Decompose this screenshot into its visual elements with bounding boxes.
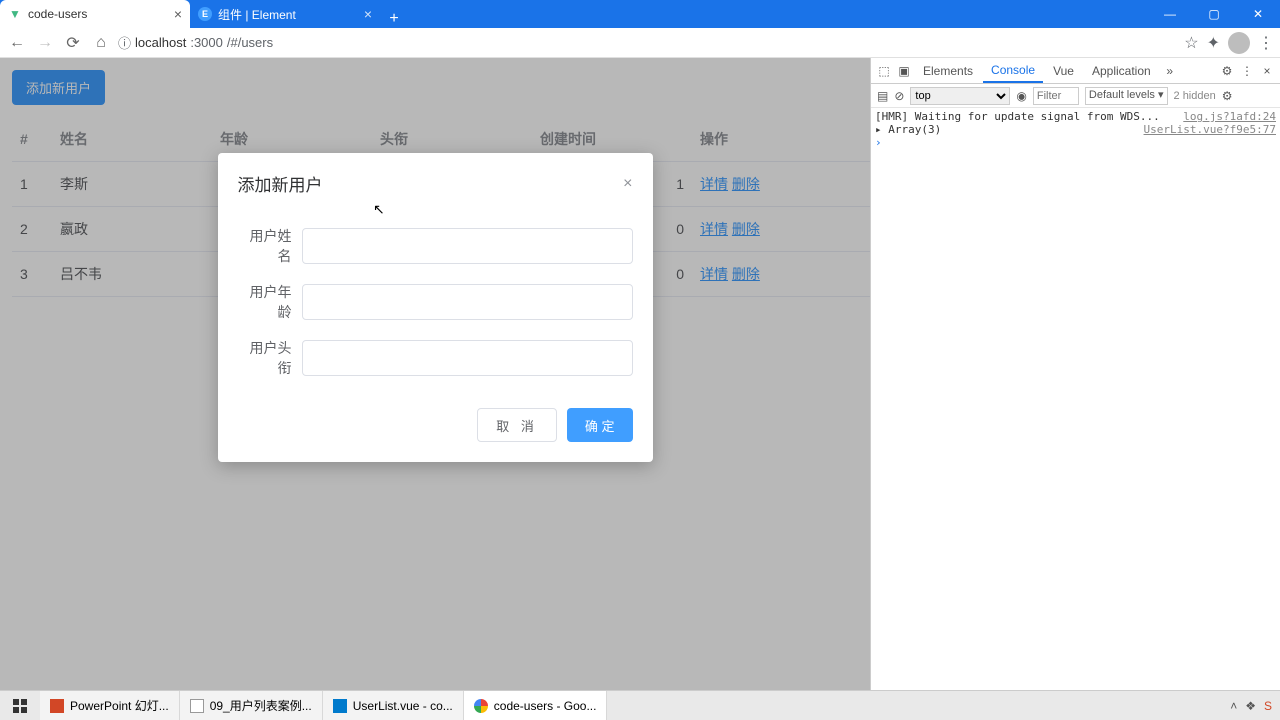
url-host: localhost	[135, 35, 186, 50]
devtools-close-icon[interactable]: ×	[1258, 64, 1276, 78]
taskbar-label: UserList.vue - co...	[353, 699, 453, 713]
vscode-icon	[333, 699, 347, 713]
console-line: [HMR] Waiting for update signal from WDS…	[875, 110, 1276, 123]
more-tabs-icon[interactable]: »	[1161, 64, 1179, 78]
label-user-age: 用户年龄	[238, 282, 302, 322]
window-close-icon[interactable]: ✕	[1236, 0, 1280, 28]
dialog-close-icon[interactable]: ×	[623, 175, 632, 193]
tab-console[interactable]: Console	[983, 59, 1043, 83]
element-icon: E	[198, 7, 212, 21]
browser-tab[interactable]: E 组件 | Element ×	[190, 0, 380, 28]
console-source-link[interactable]: log.js?1afd:24	[1183, 110, 1276, 123]
close-icon[interactable]: ×	[174, 6, 182, 22]
windows-icon	[13, 699, 27, 713]
new-tab-button[interactable]: +	[380, 10, 408, 28]
browser-tab-active[interactable]: ▼ code-users ×	[0, 0, 190, 28]
label-user-name: 用户姓名	[238, 226, 302, 266]
console-line: ▸ Array(3) UserList.vue?f9e5:77	[875, 123, 1276, 136]
tab-title: code-users	[28, 7, 87, 21]
devtools-tabbar: ⬚ ▣ Elements Console Vue Application » ⚙…	[871, 58, 1280, 84]
page-viewport: 添加新用户 # 姓名 年龄 头衔 创建时间 操作 1 李斯	[0, 58, 870, 720]
cancel-button[interactable]: 取 消	[477, 408, 557, 442]
maximize-icon[interactable]: ▢	[1192, 0, 1236, 28]
tab-title: 组件 | Element	[218, 6, 296, 23]
window-controls: — ▢ ✕	[1148, 0, 1280, 28]
console-filter-input[interactable]	[1033, 87, 1079, 105]
console-prompt[interactable]: ›	[875, 136, 1276, 149]
add-user-dialog: 添加新用户 × 用户姓名 用户年龄 用户头衔	[218, 153, 653, 462]
forward-button[interactable]: →	[34, 32, 56, 54]
tab-application[interactable]: Application	[1084, 60, 1159, 82]
taskbar-item[interactable]: 09_用户列表案例...	[180, 691, 323, 720]
inspect-icon[interactable]: ⬚	[875, 64, 893, 78]
taskbar-item-active[interactable]: code-users - Goo...	[464, 691, 608, 720]
modal-backdrop[interactable]: 添加新用户 × 用户姓名 用户年龄 用户头衔	[0, 58, 870, 720]
chrome-icon	[474, 699, 488, 713]
system-tray[interactable]: ˄ ❖ S	[1222, 691, 1280, 720]
console-message[interactable]: ▸ Array(3)	[875, 123, 1144, 136]
browser-titlebar: ▼ code-users × E 组件 | Element × + — ▢ ✕	[0, 0, 1280, 28]
taskbar-label: 09_用户列表案例...	[210, 697, 312, 714]
console-output: [HMR] Waiting for update signal from WDS…	[871, 108, 1280, 720]
input-user-name[interactable]	[302, 228, 633, 264]
console-sidebar-icon[interactable]: ▤	[877, 89, 888, 103]
console-settings-icon[interactable]: ⚙	[1222, 89, 1233, 103]
devtools-panel: ⬚ ▣ Elements Console Vue Application » ⚙…	[870, 58, 1280, 720]
confirm-button[interactable]: 确 定	[567, 408, 633, 442]
site-info-icon[interactable]: ⓘ	[118, 33, 131, 52]
device-toggle-icon[interactable]: ▣	[895, 64, 913, 78]
context-select[interactable]: top	[910, 87, 1010, 105]
devtools-settings-icon[interactable]: ⚙	[1218, 64, 1236, 78]
menu-icon[interactable]: ⋮	[1258, 33, 1274, 53]
taskbar-label: PowerPoint 幻灯...	[70, 697, 169, 714]
extensions-icon[interactable]: ✦	[1207, 33, 1220, 53]
url-path: /#/users	[227, 35, 273, 50]
dialog-footer: 取 消 确 定	[218, 398, 653, 462]
input-user-age[interactable]	[302, 284, 633, 320]
reload-button[interactable]: ⟳	[62, 32, 84, 54]
live-expression-icon[interactable]: ◉	[1016, 89, 1026, 103]
clear-console-icon[interactable]: ⊘	[894, 89, 904, 103]
taskbar: PowerPoint 幻灯... 09_用户列表案例... UserList.v…	[0, 690, 1280, 720]
close-icon[interactable]: ×	[364, 6, 372, 22]
console-toolbar: ▤ ⊘ top ◉ Default levels ▾ 2 hidden ⚙	[871, 84, 1280, 108]
star-icon[interactable]: ☆	[1184, 33, 1198, 53]
workspace: 添加新用户 # 姓名 年龄 头衔 创建时间 操作 1 李斯	[0, 58, 1280, 720]
avatar[interactable]	[1228, 32, 1250, 54]
tray-icon[interactable]: S	[1264, 699, 1272, 713]
text-file-icon	[190, 699, 204, 713]
home-button[interactable]: ⌂	[90, 32, 112, 54]
log-levels-select[interactable]: Default levels ▾	[1085, 87, 1168, 105]
tab-vue[interactable]: Vue	[1045, 60, 1082, 82]
tab-elements[interactable]: Elements	[915, 60, 981, 82]
console-message: [HMR] Waiting for update signal from WDS…	[875, 110, 1183, 123]
taskbar-item[interactable]: PowerPoint 幻灯...	[40, 691, 180, 720]
dialog-header: 添加新用户 ×	[218, 153, 653, 204]
address-bar[interactable]: ⓘ localhost :3000 /#/users	[118, 33, 1178, 52]
hidden-count[interactable]: 2 hidden	[1174, 90, 1216, 102]
dialog-title: 添加新用户	[238, 171, 323, 196]
start-button[interactable]	[0, 691, 40, 720]
label-user-title: 用户头衔	[238, 338, 302, 378]
powerpoint-icon	[50, 699, 64, 713]
dialog-body: 用户姓名 用户年龄 用户头衔	[218, 204, 653, 398]
tray-icon[interactable]: ❖	[1245, 699, 1256, 713]
tray-chevron-icon[interactable]: ˄	[1230, 699, 1237, 713]
vue-icon: ▼	[8, 7, 22, 21]
console-source-link[interactable]: UserList.vue?f9e5:77	[1144, 123, 1276, 136]
input-user-title[interactable]	[302, 340, 633, 376]
taskbar-item[interactable]: UserList.vue - co...	[323, 691, 464, 720]
devtools-menu-icon[interactable]: ⋮	[1238, 64, 1256, 78]
minimize-icon[interactable]: —	[1148, 0, 1192, 28]
taskbar-label: code-users - Goo...	[494, 699, 597, 713]
url-port: :3000	[190, 35, 223, 50]
browser-toolbar: ← → ⟳ ⌂ ⓘ localhost :3000 /#/users ☆ ✦ ⋮	[0, 28, 1280, 58]
browser-tabs: ▼ code-users × E 组件 | Element × +	[0, 0, 1148, 28]
back-button[interactable]: ←	[6, 32, 28, 54]
